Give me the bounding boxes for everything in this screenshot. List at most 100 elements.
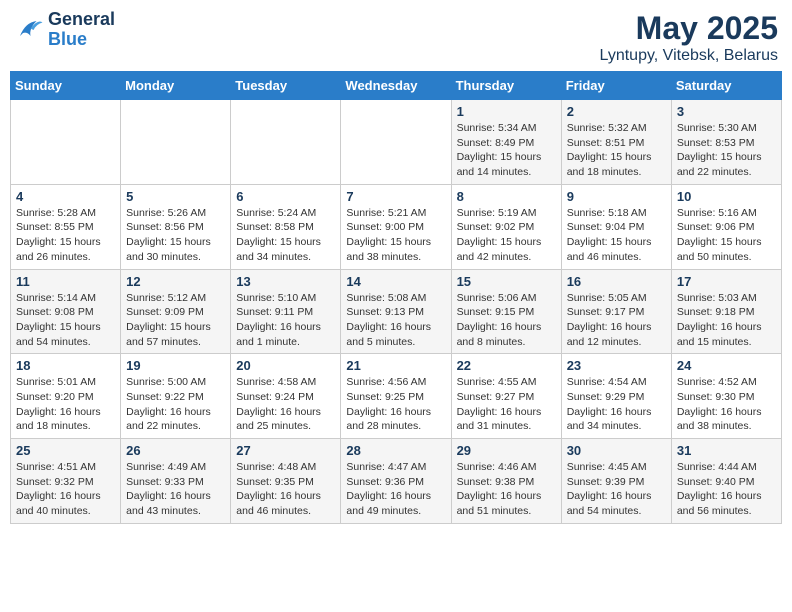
day-number: 29 — [457, 443, 556, 458]
day-number: 20 — [236, 358, 335, 373]
calendar-cell: 9 Sunrise: 5:18 AM Sunset: 9:04 PM Daylig… — [561, 184, 671, 269]
day-number: 10 — [677, 189, 776, 204]
calendar-header: SundayMondayTuesdayWednesdayThursdayFrid… — [11, 72, 782, 100]
calendar-cell: 13 Sunrise: 5:10 AM Sunset: 9:11 PM Dayli… — [231, 269, 341, 354]
calendar-week-2: 4 Sunrise: 5:28 AM Sunset: 8:55 PM Daylig… — [11, 184, 782, 269]
day-number: 13 — [236, 274, 335, 289]
day-info: Sunrise: 5:01 AM Sunset: 9:20 PM Dayligh… — [16, 375, 115, 434]
day-number: 26 — [126, 443, 225, 458]
weekday-header-friday: Friday — [561, 72, 671, 100]
day-info: Sunrise: 4:55 AM Sunset: 9:27 PM Dayligh… — [457, 375, 556, 434]
day-info: Sunrise: 4:44 AM Sunset: 9:40 PM Dayligh… — [677, 460, 776, 519]
calendar-table: SundayMondayTuesdayWednesdayThursdayFrid… — [10, 71, 782, 524]
calendar-cell: 29 Sunrise: 4:46 AM Sunset: 9:38 PM Dayli… — [451, 439, 561, 524]
day-number: 9 — [567, 189, 666, 204]
day-number: 24 — [677, 358, 776, 373]
weekday-header-wednesday: Wednesday — [341, 72, 451, 100]
day-info: Sunrise: 4:47 AM Sunset: 9:36 PM Dayligh… — [346, 460, 445, 519]
day-info: Sunrise: 4:56 AM Sunset: 9:25 PM Dayligh… — [346, 375, 445, 434]
weekday-header-saturday: Saturday — [671, 72, 781, 100]
calendar-week-1: 1 Sunrise: 5:34 AM Sunset: 8:49 PM Daylig… — [11, 100, 782, 185]
day-number: 7 — [346, 189, 445, 204]
day-info: Sunrise: 5:24 AM Sunset: 8:58 PM Dayligh… — [236, 206, 335, 265]
day-number: 19 — [126, 358, 225, 373]
calendar-cell: 6 Sunrise: 5:24 AM Sunset: 8:58 PM Daylig… — [231, 184, 341, 269]
calendar-cell: 21Sunrise: 4:56 AM Sunset: 9:25 PM Dayli… — [341, 354, 451, 439]
weekday-header-sunday: Sunday — [11, 72, 121, 100]
day-number: 14 — [346, 274, 445, 289]
calendar-cell: 24 Sunrise: 4:52 AM Sunset: 9:30 PM Dayli… — [671, 354, 781, 439]
calendar-cell: 11 Sunrise: 5:14 AM Sunset: 9:08 PM Dayli… — [11, 269, 121, 354]
calendar-week-5: 25Sunrise: 4:51 AM Sunset: 9:32 PM Dayli… — [11, 439, 782, 524]
calendar-cell: 5Sunrise: 5:26 AM Sunset: 8:56 PM Daylig… — [121, 184, 231, 269]
day-number: 23 — [567, 358, 666, 373]
calendar-cell: 23 Sunrise: 4:54 AM Sunset: 9:29 PM Dayli… — [561, 354, 671, 439]
day-number: 2 — [567, 104, 666, 119]
calendar-cell: 7 Sunrise: 5:21 AM Sunset: 9:00 PM Daylig… — [341, 184, 451, 269]
weekday-header-tuesday: Tuesday — [231, 72, 341, 100]
day-info: Sunrise: 5:06 AM Sunset: 9:15 PM Dayligh… — [457, 291, 556, 350]
day-info: Sunrise: 5:30 AM Sunset: 8:53 PM Dayligh… — [677, 121, 776, 180]
day-number: 11 — [16, 274, 115, 289]
calendar-cell — [11, 100, 121, 185]
day-info: Sunrise: 5:26 AM Sunset: 8:56 PM Dayligh… — [126, 206, 225, 265]
day-info: Sunrise: 5:34 AM Sunset: 8:49 PM Dayligh… — [457, 121, 556, 180]
day-number: 1 — [457, 104, 556, 119]
weekday-header-monday: Monday — [121, 72, 231, 100]
calendar-cell — [121, 100, 231, 185]
day-info: Sunrise: 4:54 AM Sunset: 9:29 PM Dayligh… — [567, 375, 666, 434]
calendar-cell — [341, 100, 451, 185]
day-info: Sunrise: 5:05 AM Sunset: 9:17 PM Dayligh… — [567, 291, 666, 350]
calendar-cell: 30 Sunrise: 4:45 AM Sunset: 9:39 PM Dayli… — [561, 439, 671, 524]
day-number: 28 — [346, 443, 445, 458]
day-number: 16 — [567, 274, 666, 289]
calendar-cell: 15 Sunrise: 5:06 AM Sunset: 9:15 PM Dayli… — [451, 269, 561, 354]
day-number: 4 — [16, 189, 115, 204]
day-number: 31 — [677, 443, 776, 458]
day-number: 30 — [567, 443, 666, 458]
calendar-cell: 8Sunrise: 5:19 AM Sunset: 9:02 PM Daylig… — [451, 184, 561, 269]
calendar-cell: 27 Sunrise: 4:48 AM Sunset: 9:35 PM Dayli… — [231, 439, 341, 524]
day-number: 12 — [126, 274, 225, 289]
day-info: Sunrise: 5:10 AM Sunset: 9:11 PM Dayligh… — [236, 291, 335, 350]
day-info: Sunrise: 5:21 AM Sunset: 9:00 PM Dayligh… — [346, 206, 445, 265]
page-header: General Blue May 2025 Lyntupy, Vitebsk, … — [10, 10, 782, 65]
day-info: Sunrise: 4:52 AM Sunset: 9:30 PM Dayligh… — [677, 375, 776, 434]
day-info: Sunrise: 4:48 AM Sunset: 9:35 PM Dayligh… — [236, 460, 335, 519]
day-number: 17 — [677, 274, 776, 289]
day-number: 3 — [677, 104, 776, 119]
calendar-cell: 20 Sunrise: 4:58 AM Sunset: 9:24 PM Dayli… — [231, 354, 341, 439]
weekday-header-thursday: Thursday — [451, 72, 561, 100]
calendar-cell — [231, 100, 341, 185]
day-info: Sunrise: 4:49 AM Sunset: 9:33 PM Dayligh… — [126, 460, 225, 519]
day-info: Sunrise: 4:45 AM Sunset: 9:39 PM Dayligh… — [567, 460, 666, 519]
calendar-cell: 2 Sunrise: 5:32 AM Sunset: 8:51 PM Daylig… — [561, 100, 671, 185]
calendar-week-3: 11 Sunrise: 5:14 AM Sunset: 9:08 PM Dayli… — [11, 269, 782, 354]
calendar-cell: 1 Sunrise: 5:34 AM Sunset: 8:49 PM Daylig… — [451, 100, 561, 185]
day-info: Sunrise: 5:16 AM Sunset: 9:06 PM Dayligh… — [677, 206, 776, 265]
day-info: Sunrise: 4:46 AM Sunset: 9:38 PM Dayligh… — [457, 460, 556, 519]
day-info: Sunrise: 4:58 AM Sunset: 9:24 PM Dayligh… — [236, 375, 335, 434]
logo: General Blue — [14, 10, 115, 50]
calendar-cell: 19 Sunrise: 5:00 AM Sunset: 9:22 PM Dayli… — [121, 354, 231, 439]
calendar-cell: 26 Sunrise: 4:49 AM Sunset: 9:33 PM Dayli… — [121, 439, 231, 524]
day-info: Sunrise: 5:14 AM Sunset: 9:08 PM Dayligh… — [16, 291, 115, 350]
calendar-cell: 22Sunrise: 4:55 AM Sunset: 9:27 PM Dayli… — [451, 354, 561, 439]
day-info: Sunrise: 5:32 AM Sunset: 8:51 PM Dayligh… — [567, 121, 666, 180]
day-number: 6 — [236, 189, 335, 204]
day-info: Sunrise: 5:03 AM Sunset: 9:18 PM Dayligh… — [677, 291, 776, 350]
page-subtitle: Lyntupy, Vitebsk, Belarus — [600, 47, 778, 65]
logo-text: General Blue — [48, 10, 115, 50]
calendar-cell: 31 Sunrise: 4:44 AM Sunset: 9:40 PM Dayli… — [671, 439, 781, 524]
calendar-cell: 16 Sunrise: 5:05 AM Sunset: 9:17 PM Dayli… — [561, 269, 671, 354]
day-info: Sunrise: 5:28 AM Sunset: 8:55 PM Dayligh… — [16, 206, 115, 265]
day-info: Sunrise: 5:00 AM Sunset: 9:22 PM Dayligh… — [126, 375, 225, 434]
day-info: Sunrise: 5:18 AM Sunset: 9:04 PM Dayligh… — [567, 206, 666, 265]
day-number: 15 — [457, 274, 556, 289]
calendar-cell: 25Sunrise: 4:51 AM Sunset: 9:32 PM Dayli… — [11, 439, 121, 524]
day-number: 18 — [16, 358, 115, 373]
calendar-cell: 17 Sunrise: 5:03 AM Sunset: 9:18 PM Dayli… — [671, 269, 781, 354]
day-number: 27 — [236, 443, 335, 458]
calendar-week-4: 18 Sunrise: 5:01 AM Sunset: 9:20 PM Dayli… — [11, 354, 782, 439]
day-info: Sunrise: 5:12 AM Sunset: 9:09 PM Dayligh… — [126, 291, 225, 350]
